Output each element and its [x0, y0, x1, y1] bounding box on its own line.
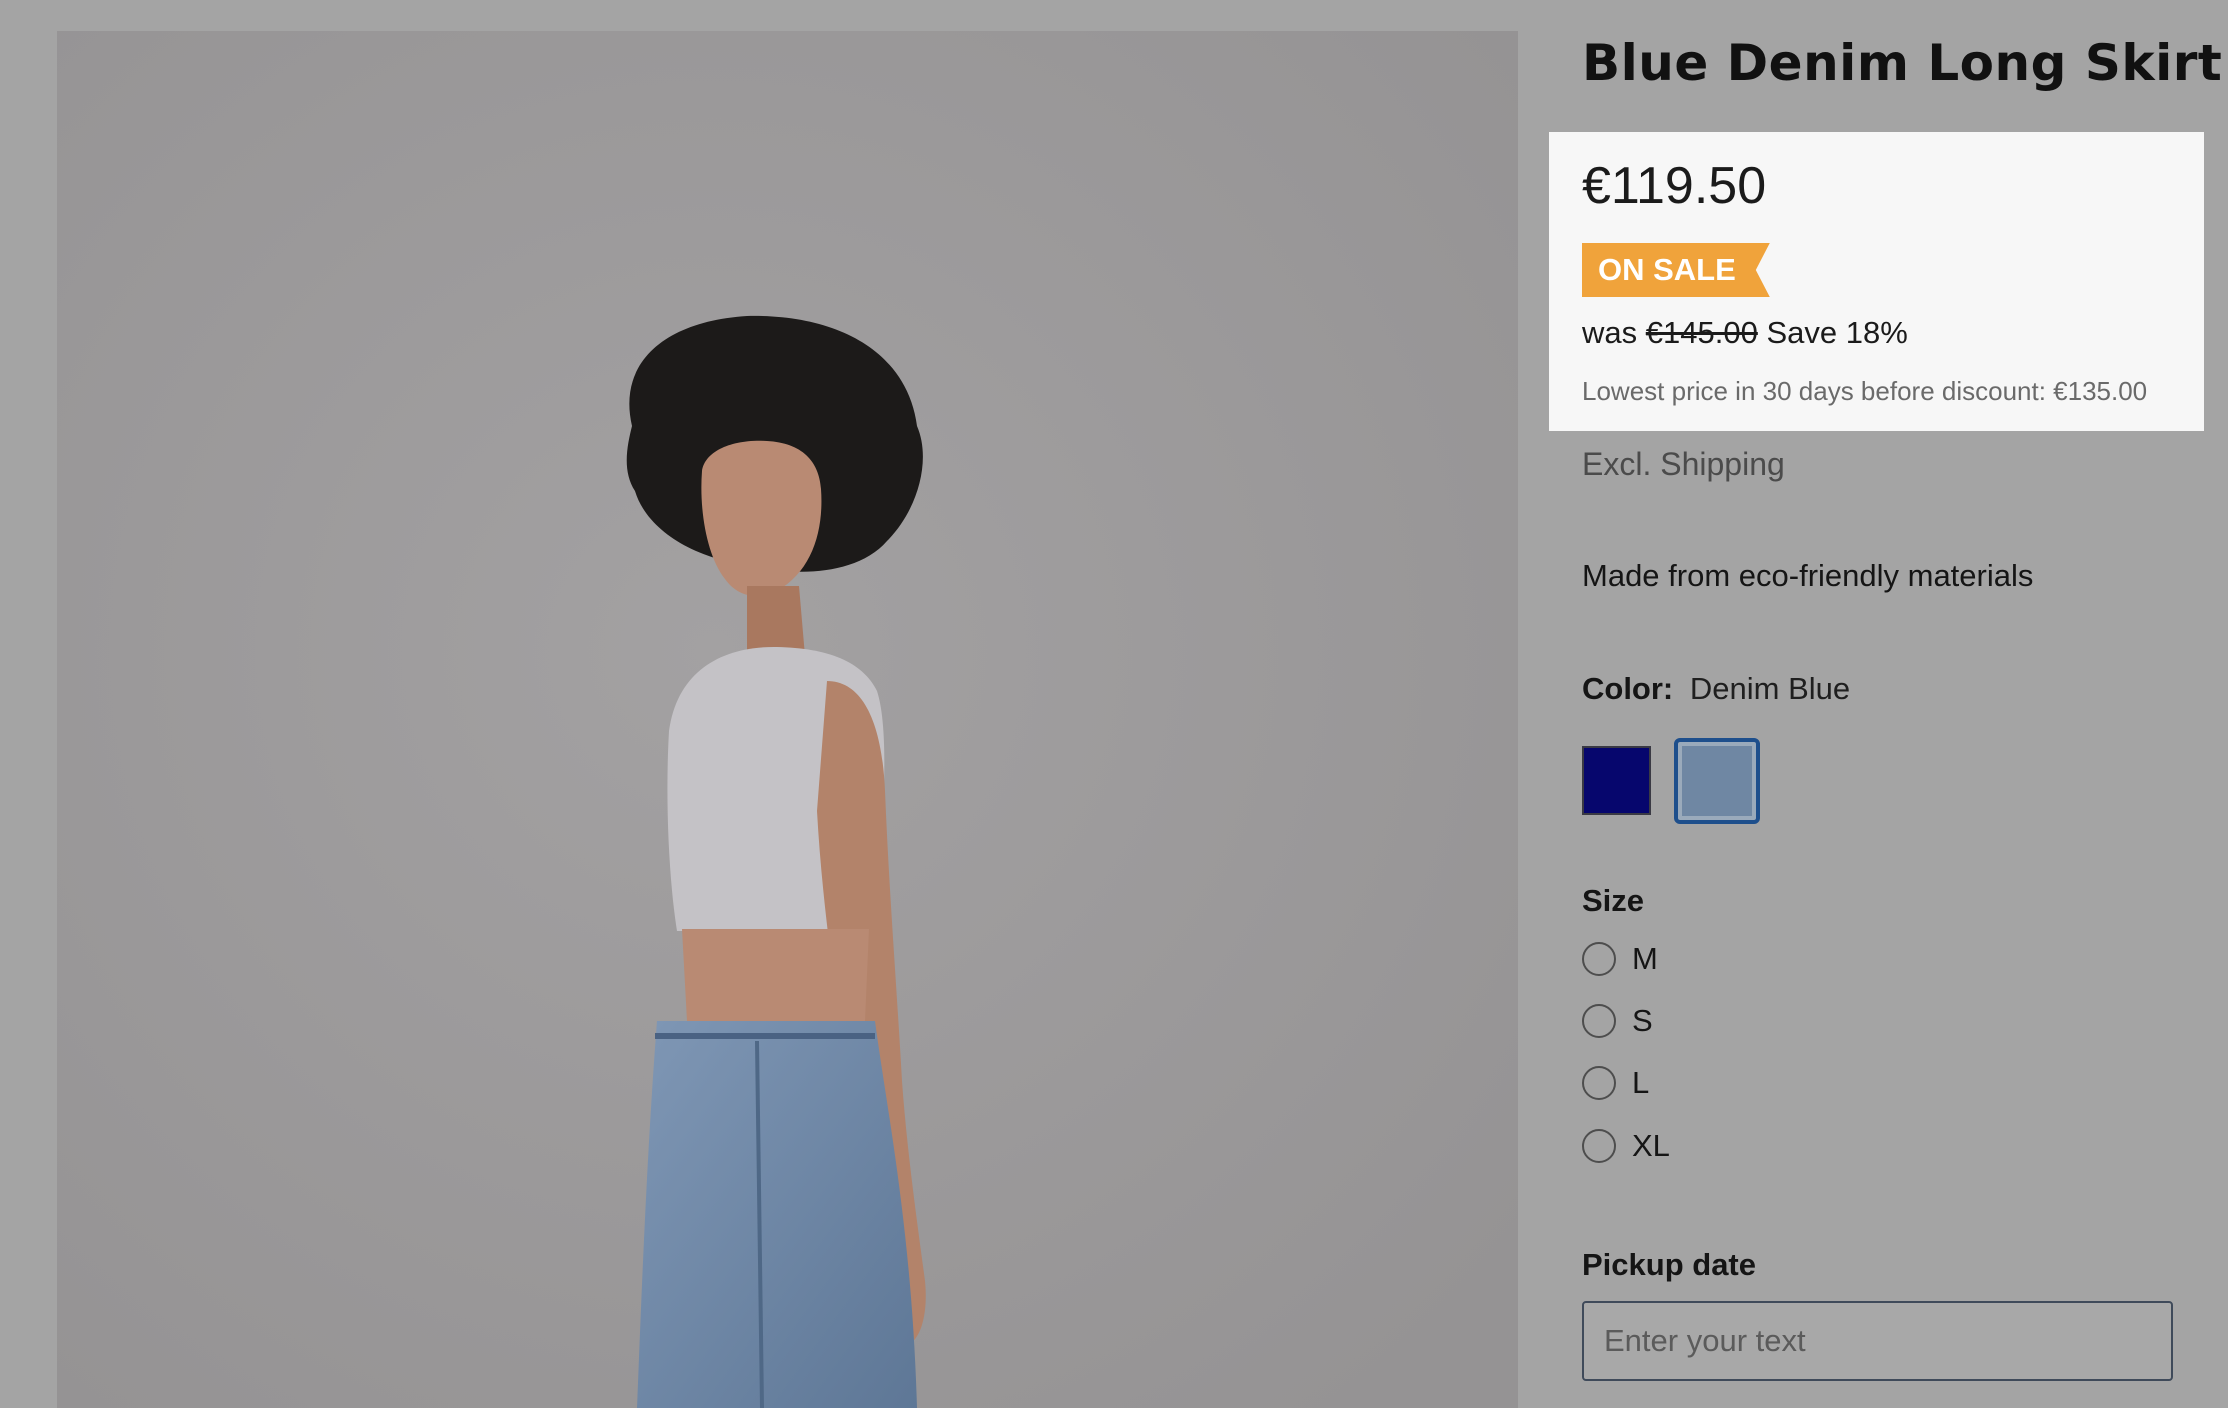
size-option-label: L — [1632, 1065, 1650, 1100]
radio-button[interactable] — [1582, 1129, 1616, 1163]
size-option-label: S — [1632, 1003, 1653, 1038]
was-price-line: was €145.00 Save 18% — [1582, 315, 1908, 351]
product-image — [57, 31, 1518, 1408]
product-photo-illustration — [57, 31, 1518, 1408]
size-option-s[interactable]: S — [1582, 1001, 1653, 1041]
radio-button[interactable] — [1582, 942, 1616, 976]
product-description: Made from eco-friendly materials — [1582, 558, 2034, 593]
color-swatch-navy[interactable] — [1582, 746, 1651, 815]
size-option-label: XL — [1632, 1128, 1670, 1163]
radio-button[interactable] — [1582, 1004, 1616, 1038]
size-option-l[interactable]: L — [1582, 1063, 1649, 1103]
color-swatch-denim-blue[interactable] — [1674, 738, 1760, 824]
pickup-date-input[interactable] — [1582, 1301, 2173, 1381]
pickup-date-label: Pickup date — [1582, 1247, 1756, 1282]
color-label: Color: — [1582, 671, 1674, 706]
size-label: Size — [1582, 883, 1645, 918]
size-option-m[interactable]: M — [1582, 939, 1658, 979]
color-selection-label: Color: Denim Blue — [1582, 671, 1850, 707]
current-price: €119.50 — [1582, 157, 1767, 215]
selected-color-value: Denim Blue — [1689, 671, 1851, 706]
on-sale-badge: ON SALE — [1582, 243, 1770, 297]
price-panel: €119.50 ON SALE was €145.00 Save 18% Low… — [1549, 132, 2204, 431]
size-option-xl[interactable]: XL — [1582, 1126, 1670, 1166]
product-title: Blue Denim Long Skirt — [1582, 34, 2223, 92]
shipping-note: Excl. Shipping — [1582, 446, 1785, 482]
was-label: was — [1582, 315, 1638, 350]
save-percent: Save 18% — [1766, 315, 1908, 350]
original-price: €145.00 — [1645, 315, 1758, 350]
lowest-price-note: Lowest price in 30 days before discount:… — [1582, 376, 2148, 406]
radio-button[interactable] — [1582, 1066, 1616, 1100]
size-option-label: M — [1632, 941, 1658, 976]
